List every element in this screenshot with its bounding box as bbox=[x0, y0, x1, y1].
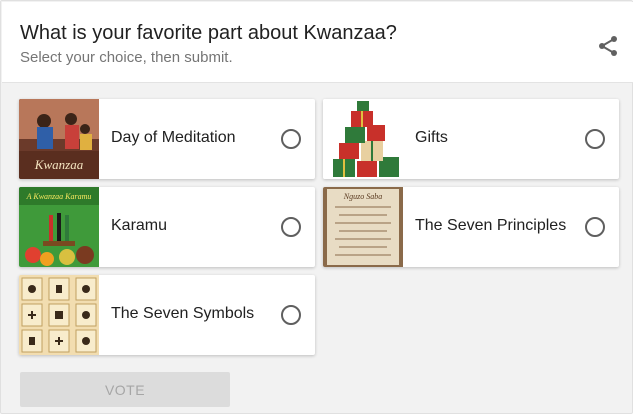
seven-principles-image-text: Nguzo Saba bbox=[343, 192, 382, 201]
seven-symbols-image bbox=[19, 275, 99, 355]
poll-question: What is your favorite part about Kwanzaa… bbox=[20, 22, 397, 44]
day-of-meditation-image-text: Kwanzaa bbox=[34, 157, 84, 172]
option-the-seven-symbols[interactable]: The Seven Symbols bbox=[19, 275, 315, 355]
option-label: The Seven Symbols bbox=[111, 305, 255, 322]
option-radio[interactable] bbox=[585, 217, 605, 237]
seven-principles-image: Nguzo Saba bbox=[323, 187, 403, 267]
option-the-seven-principles[interactable]: Nguzo Saba The Seven Principles bbox=[323, 187, 619, 267]
option-radio[interactable] bbox=[585, 129, 605, 149]
poll-widget: What is your favorite part about Kwanzaa… bbox=[0, 0, 633, 414]
option-label: Day of Meditation bbox=[111, 129, 236, 146]
option-radio[interactable] bbox=[281, 217, 301, 237]
option-karamu[interactable]: A Kwanzaa Karamu Karamu bbox=[19, 187, 315, 267]
option-radio[interactable] bbox=[281, 305, 301, 325]
share-icon[interactable] bbox=[596, 34, 620, 58]
option-radio[interactable] bbox=[281, 129, 301, 149]
option-day-of-meditation[interactable]: Kwanzaa Day of Meditation bbox=[19, 99, 315, 179]
option-label: The Seven Principles bbox=[415, 217, 567, 234]
karamu-image: A Kwanzaa Karamu bbox=[19, 187, 99, 267]
poll-instruction: Select your choice, then submit. bbox=[20, 49, 233, 66]
karamu-image-text: A Kwanzaa Karamu bbox=[26, 192, 92, 201]
option-label: Karamu bbox=[111, 217, 168, 234]
vote-button[interactable]: VOTE bbox=[20, 372, 230, 407]
gifts-image bbox=[323, 99, 403, 179]
day-of-meditation-image: Kwanzaa bbox=[19, 99, 99, 179]
option-gifts[interactable]: Gifts bbox=[323, 99, 619, 179]
option-label: Gifts bbox=[415, 129, 448, 146]
poll-header: What is your favorite part about Kwanzaa… bbox=[2, 2, 633, 83]
